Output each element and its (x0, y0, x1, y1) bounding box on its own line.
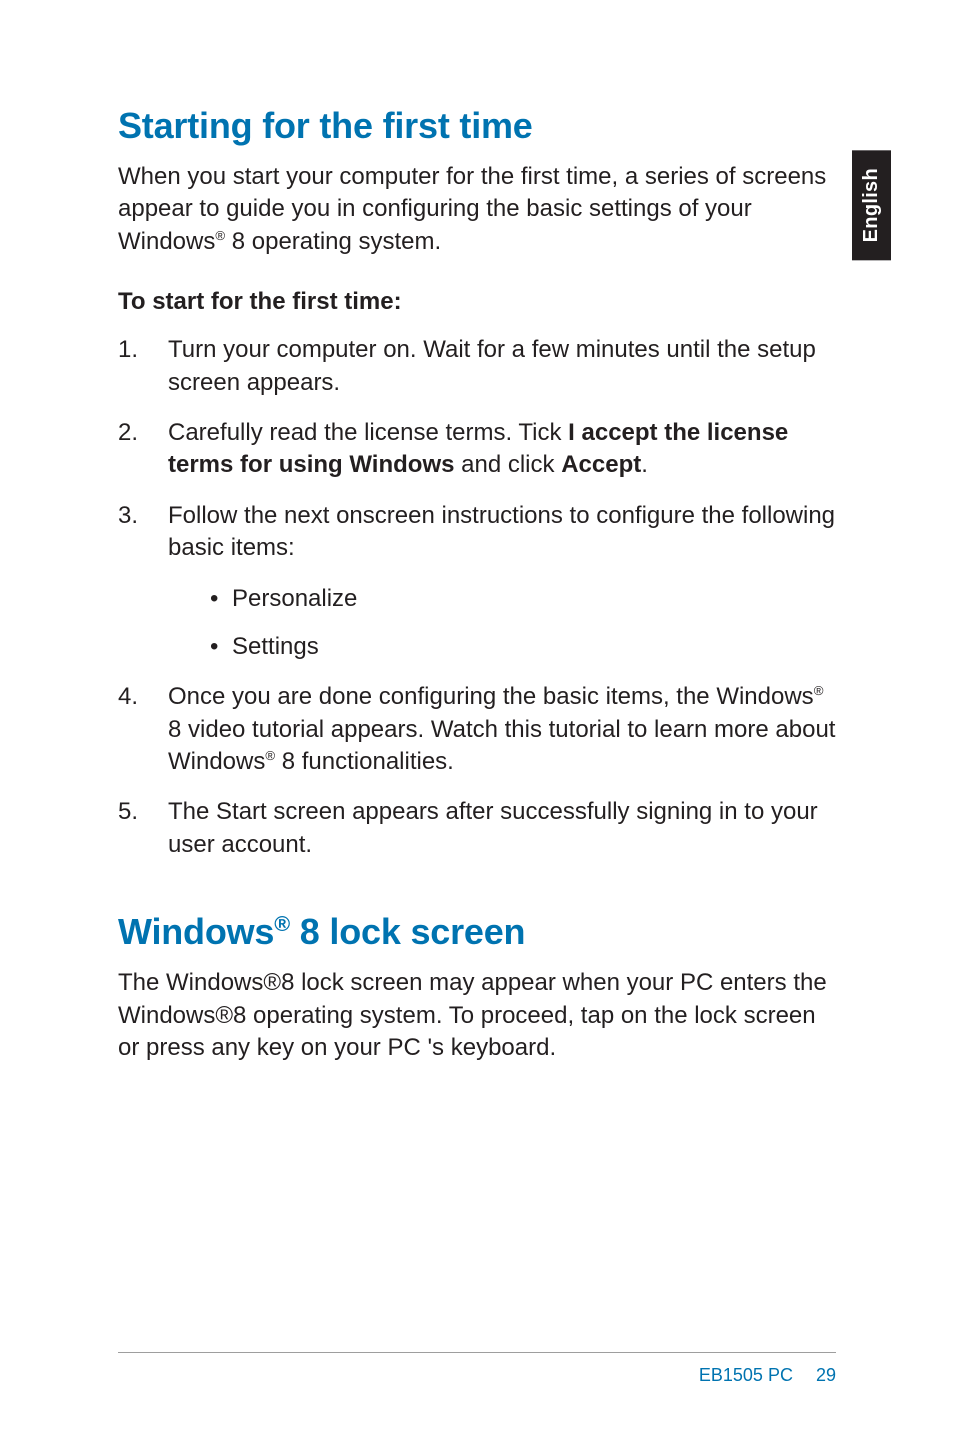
registered-mark: ® (814, 683, 824, 698)
sub-bullets: Personalize Settings (210, 583, 836, 664)
heading-lock-screen: Windows® 8 lock screen (118, 911, 836, 953)
step-text-pre: Carefully read the license terms. Tick (168, 419, 568, 446)
registered-mark: ® (274, 911, 290, 936)
step-5: 5. The Start screen appears after succes… (118, 796, 836, 861)
step-4: 4. Once you are done configuring the bas… (118, 681, 836, 778)
footer-product: EB1505 PC (699, 1365, 793, 1385)
page-content: Starting for the first time When you sta… (0, 0, 954, 1064)
step-number: 4. (118, 681, 138, 713)
step-text-post: . (641, 451, 648, 478)
bullet-personalize: Personalize (210, 583, 836, 615)
intro1-suffix: 8 operating system. (225, 228, 441, 255)
page-footer: EB1505 PC 29 (118, 1352, 836, 1386)
subheading-to-start: To start for the first time: (118, 288, 836, 316)
step-text-post: 8 functionalities. (275, 748, 454, 775)
bullet-settings: Settings (210, 631, 836, 663)
registered-mark: ® (265, 748, 275, 763)
registered-mark: ® (215, 228, 225, 243)
step-text-mid: and click (454, 451, 561, 478)
heading2-post: 8 lock screen (290, 911, 525, 952)
step-text-pre: Once you are done configuring the basic … (168, 683, 814, 710)
heading2-pre: Windows (118, 911, 274, 952)
step-3: 3. Follow the next onscreen instructions… (118, 500, 836, 664)
footer-page-number: 29 (816, 1365, 836, 1385)
step-number: 1. (118, 334, 138, 366)
step-bold-2: Accept (561, 451, 641, 478)
intro-paragraph-2: The Windows®8 lock screen may appear whe… (118, 967, 836, 1064)
intro-paragraph-1: When you start your computer for the fir… (118, 161, 836, 258)
step-number: 3. (118, 500, 138, 532)
step-text-mid: 8 video tutorial appears. Watch this tut… (168, 716, 835, 775)
heading-starting: Starting for the first time (118, 105, 836, 147)
step-1: 1. Turn your computer on. Wait for a few… (118, 334, 836, 399)
step-2: 2. Carefully read the license terms. Tic… (118, 417, 836, 482)
step-text: The Start screen appears after successfu… (168, 798, 818, 857)
step-text: Turn your computer on. Wait for a few mi… (168, 336, 816, 395)
steps-list: 1. Turn your computer on. Wait for a few… (118, 334, 836, 861)
step-number: 2. (118, 417, 138, 449)
step-number: 5. (118, 796, 138, 828)
step-text: Follow the next onscreen instructions to… (168, 502, 835, 561)
